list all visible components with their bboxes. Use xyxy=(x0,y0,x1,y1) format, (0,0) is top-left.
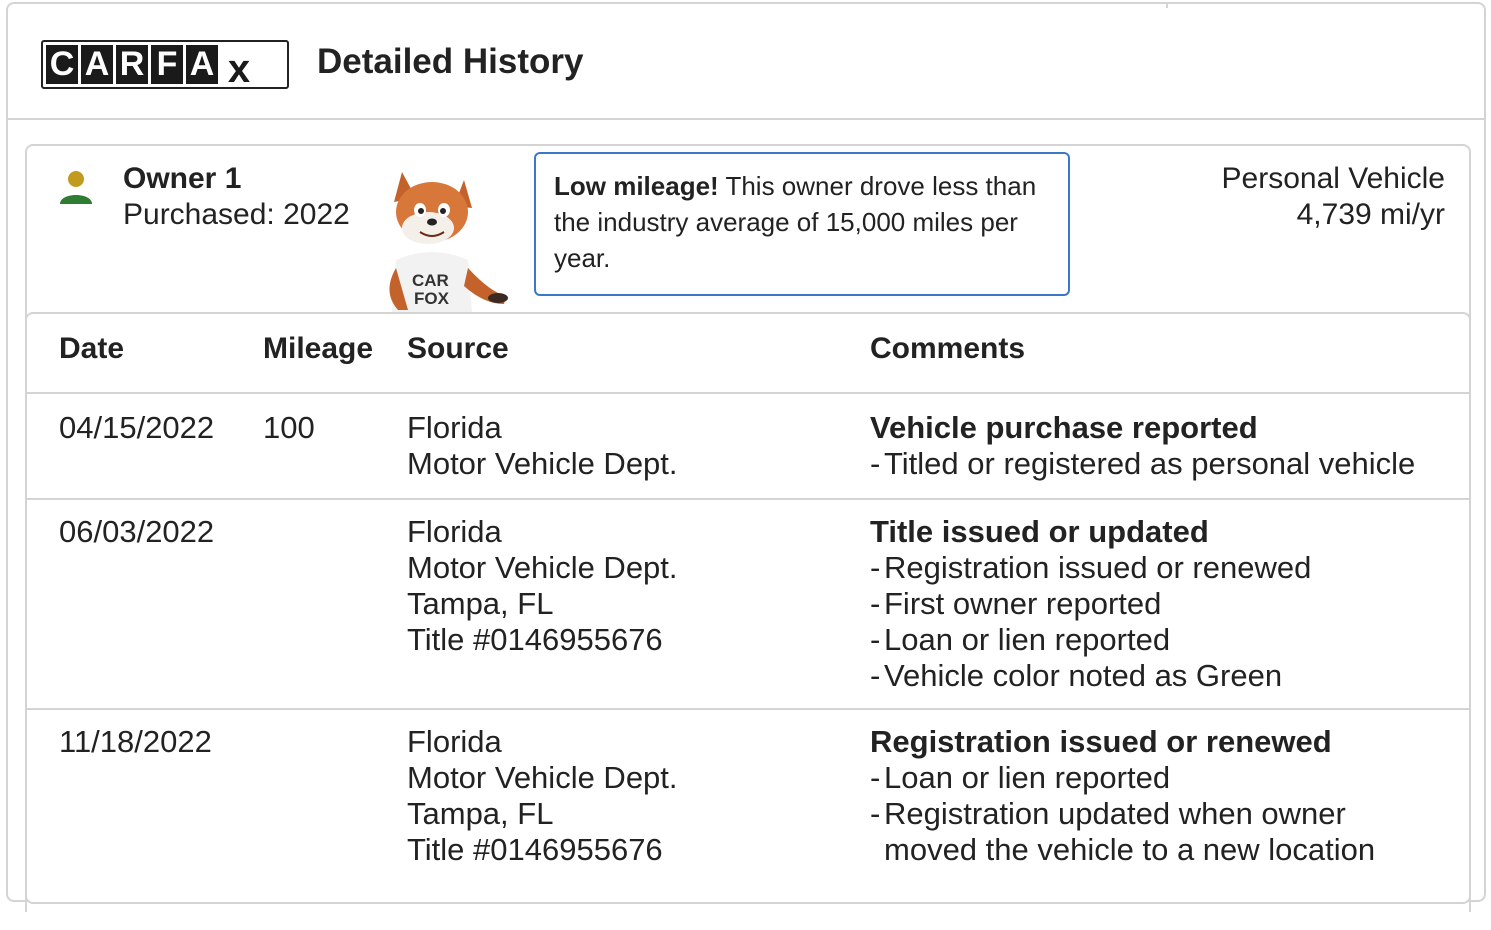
column-header-mileage: Mileage xyxy=(263,332,374,365)
column-header-source: Source xyxy=(407,332,509,365)
column-header-comments: Comments xyxy=(870,332,1026,365)
callout-bold: Low mileage! xyxy=(554,171,719,201)
source-line: Florida xyxy=(407,724,502,759)
source-line: Motor Vehicle Dept. xyxy=(407,446,678,481)
carfox-mascot-icon: CAR FOX xyxy=(389,172,508,312)
table-header: Date Mileage Source Comments xyxy=(27,314,1469,394)
comment-item: moved the vehicle to a new location xyxy=(884,832,1376,867)
table-row: 04/15/2022 100 Florida Motor Vehicle Dep… xyxy=(27,396,1469,500)
history-table: Date Mileage Source Comments 04/15/2022 … xyxy=(25,312,1471,912)
source-line: Florida xyxy=(407,410,502,445)
logo-letter-a2: A xyxy=(186,45,218,84)
row-mileage: 100 xyxy=(263,410,315,445)
carfax-logo: C A R F A x xyxy=(41,40,289,91)
comment-title: Title issued or updated xyxy=(870,514,1209,549)
page-title: Detailed History xyxy=(317,42,584,81)
low-mileage-callout: Low mileage! This owner drove less than … xyxy=(534,152,1070,296)
source-line: Motor Vehicle Dept. xyxy=(407,550,678,585)
person-icon xyxy=(60,171,92,204)
comment-item: - Loan or lien reported xyxy=(870,760,1171,795)
owner-title: Owner 1 xyxy=(123,162,242,195)
logo-letter-f: F xyxy=(151,45,183,84)
comment-item: - Titled or registered as personal vehicl… xyxy=(870,446,1416,481)
source-line: Motor Vehicle Dept. xyxy=(407,760,678,795)
logo-letter-x: x xyxy=(221,45,257,91)
row-source: Florida Motor Vehicle Dept. Tampa, FL Ti… xyxy=(407,514,678,658)
logo-letter-c: C xyxy=(46,45,78,84)
comment-item: - Vehicle color noted as Green xyxy=(870,658,1283,693)
mileage-per-year: 4,739 mi/yr xyxy=(1296,198,1445,231)
comment-item: - Registration issued or renewed xyxy=(870,550,1312,585)
panel-header: C A R F A x Detailed History xyxy=(8,4,1484,120)
comment-item: - Loan or lien reported xyxy=(870,622,1171,657)
comment-title: Vehicle purchase reported xyxy=(870,410,1258,445)
source-line: Title #0146955676 xyxy=(407,622,663,657)
source-line: Tampa, FL xyxy=(407,586,554,621)
comment-item: - Registration updated when owner xyxy=(870,796,1346,831)
table-row: 11/18/2022 Florida Motor Vehicle Dept. T… xyxy=(27,710,1469,930)
row-comments: Registration issued or renewed - Loan or … xyxy=(870,724,1375,868)
row-source: Florida Motor Vehicle Dept. xyxy=(407,410,678,482)
column-header-date: Date xyxy=(59,332,125,365)
logo-letter-a: A xyxy=(81,45,113,84)
table-row: 06/03/2022 Florida Motor Vehicle Dept. T… xyxy=(27,500,1469,710)
owner-card: Owner 1 Purchased: 2022 CAR FOX Low mile… xyxy=(25,144,1471,912)
comment-title: Registration issued or renewed xyxy=(870,724,1332,759)
row-source: Florida Motor Vehicle Dept. Tampa, FL Ti… xyxy=(407,724,678,868)
vehicle-type: Personal Vehicle xyxy=(1221,162,1445,195)
svg-text:FOX: FOX xyxy=(414,289,450,308)
row-date: 11/18/2022 xyxy=(59,724,212,759)
detailed-history-panel: C A R F A x Detailed History Owner 1 Pur… xyxy=(6,2,1486,912)
row-comments: Vehicle purchase reported - Titled or reg… xyxy=(870,410,1415,482)
logo-letter-r: R xyxy=(116,45,148,84)
row-date: 04/15/2022 xyxy=(59,410,215,445)
source-line: Title #0146955676 xyxy=(407,832,663,867)
row-comments: Title issued or updated - Registration is… xyxy=(870,514,1311,694)
comment-item: - First owner reported xyxy=(870,586,1162,621)
svg-text:CAR: CAR xyxy=(412,271,449,290)
source-line: Tampa, FL xyxy=(407,796,554,831)
row-date: 06/03/2022 xyxy=(59,514,215,549)
source-line: Florida xyxy=(407,514,502,549)
owner-purchased: Purchased: 2022 xyxy=(123,198,350,231)
